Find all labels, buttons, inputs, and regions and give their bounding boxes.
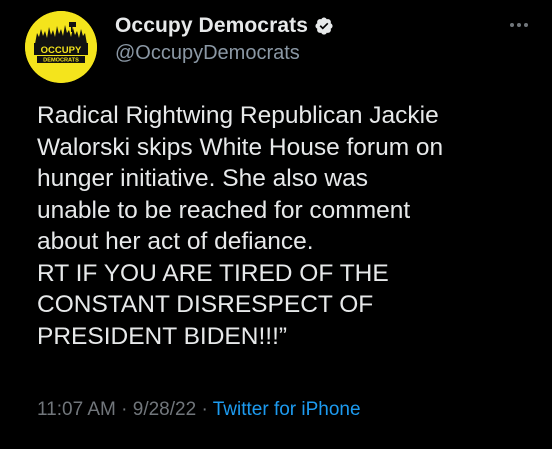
avatar-text-occupy: OCCUPY: [41, 45, 82, 56]
tweet-text: Radical Rightwing Republican Jackie Walo…: [37, 100, 542, 352]
tweet-date[interactable]: 9/28/22: [133, 399, 196, 420]
avatar[interactable]: OCCUPY DEMOCRATS: [25, 11, 97, 83]
tweet-text-line: Walorski skips White House forum on: [37, 133, 444, 161]
author-handle[interactable]: @OccupyDemocrats: [115, 42, 300, 65]
tweet-text-line: about her act of defiance.: [37, 228, 314, 255]
more-dot: [524, 23, 528, 27]
meta-separator: ·: [196, 399, 213, 420]
avatar-text-democrats: DEMOCRATS: [43, 58, 79, 64]
tweet-text-line: CONSTANT DISRESPECT OF: [37, 291, 374, 318]
tweet-text-line: RT IF YOU ARE TIRED OF THE: [37, 259, 389, 287]
tweet: OCCUPY DEMOCRATS Occupy Democrats @Occup…: [0, 0, 552, 449]
more-horizontal-icon[interactable]: [510, 20, 534, 30]
author-name-row[interactable]: Occupy Democrats: [115, 11, 334, 41]
tweet-text-line: unable to be reached for comment: [37, 196, 411, 224]
tweet-text-line: PRESIDENT BIDEN!!!”: [37, 322, 288, 350]
tweet-meta: 11:07 AM · 9/28/22 · Twitter for iPhone: [37, 399, 361, 421]
meta-separator: ·: [115, 399, 133, 420]
author-display-name[interactable]: Occupy Democrats: [115, 14, 308, 38]
tweet-source-link[interactable]: Twitter for iPhone: [213, 399, 361, 420]
occupy-democrats-logo: OCCUPY DEMOCRATS: [25, 11, 97, 83]
tweet-text-line: Radical Rightwing Republican Jackie: [37, 102, 439, 129]
tweet-time[interactable]: 11:07 AM: [37, 399, 116, 420]
more-dot: [510, 23, 514, 27]
verified-badge-icon: [314, 16, 334, 36]
tweet-text-line: hunger initiative. She also was: [37, 165, 368, 192]
more-dot: [517, 23, 521, 27]
